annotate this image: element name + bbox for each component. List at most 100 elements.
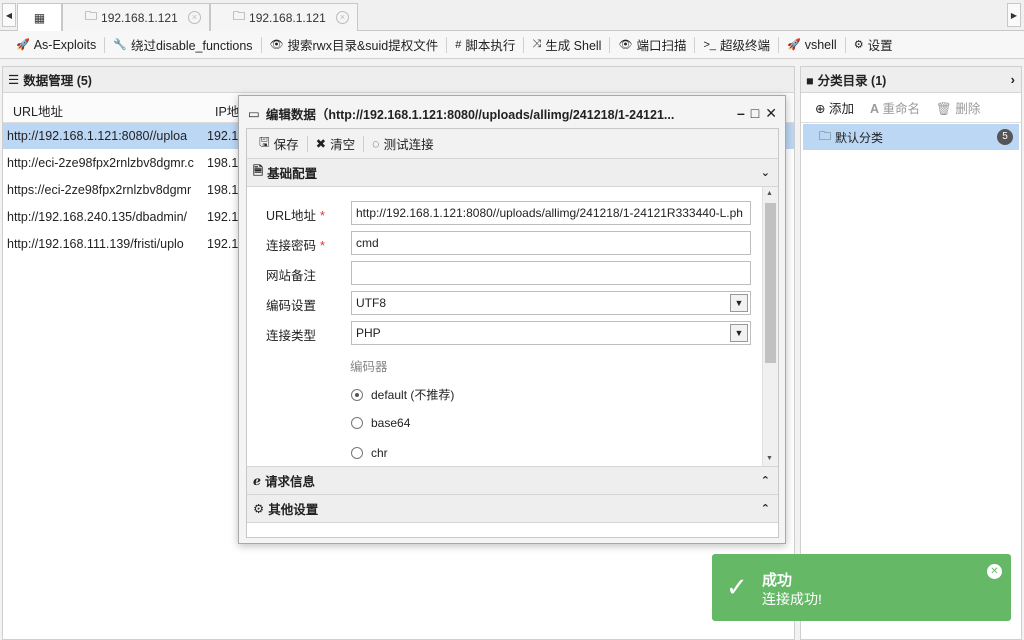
button-label: 重命名 [882, 102, 921, 116]
button-label: 脚本执行 [465, 39, 516, 53]
delete-category-button[interactable]: 🗑 删除 [936, 98, 980, 117]
bypass-disable-functions-button[interactable]: 🔧 绕过disable_functions [105, 31, 260, 59]
hash-icon: # [455, 38, 462, 51]
radio-label: chr [371, 446, 388, 460]
section-title: 基础配置 [267, 167, 318, 181]
toast-title: 成功 [762, 572, 793, 589]
radio-icon [351, 417, 363, 429]
form-scrollbar[interactable]: ▲ ▼ [762, 187, 778, 466]
dialog-body: 🖫 保存 ✖ 清空 ◌ 测试连接 🗎 基础配置 ⌄ URL地址 * http://192… [246, 128, 779, 538]
cell-url: https://eci-2ze98fpx2rnlzbv8dgmr [7, 183, 192, 197]
basic-config-form: URL地址 * http://192.168.1.121:8080//upload… [247, 187, 778, 467]
gear-icon: ⚙ [853, 39, 864, 51]
settings-button[interactable]: ⚙ 设置 [846, 31, 901, 59]
label-text: 连接密码 [266, 239, 317, 253]
password-input[interactable]: cmd [351, 231, 751, 255]
vshell-button[interactable]: 🚀 vshell [779, 31, 845, 59]
tab-close-icon[interactable]: × [336, 11, 349, 24]
encoder-radio-chr[interactable]: chr [351, 446, 388, 460]
plugin-toolbar: 🚀 As-Exploits 🔧 绕过disable_functions 👁 搜索rwx… [0, 31, 1024, 59]
chevron-down-icon: ▼ [730, 294, 748, 312]
column-header-url[interactable]: URL地址 [13, 101, 63, 120]
port-scan-button[interactable]: 👁 端口扫描 [610, 31, 694, 59]
script-exec-button[interactable]: # 脚本执行 [447, 31, 523, 59]
generate-shell-button[interactable]: ⤨ 生成 Shell [524, 31, 609, 59]
dialog-titlebar[interactable]: ▭ 编辑数据（http://192.168.1.121:8080//upload… [239, 96, 785, 130]
rocket-icon: 🚀 [16, 39, 30, 51]
section-basic-config[interactable]: 🗎 基础配置 ⌄ [247, 159, 778, 187]
scroll-down-icon[interactable]: ▼ [766, 455, 773, 462]
success-toast: ✓ 成功 连接成功! ✕ [712, 554, 1011, 621]
plus-circle-icon: ⊕ [815, 102, 826, 116]
section-request-info[interactable]: ℯ 请求信息 ⌃ [247, 467, 778, 495]
close-icon[interactable]: ✕ [987, 564, 1002, 579]
button-label: 删除 [955, 102, 981, 116]
scrollbar-thumb[interactable] [765, 203, 776, 363]
category-label: 默认分类 [835, 130, 884, 145]
tab-label: 192.168.1.121 [101, 10, 178, 25]
cell-url: http://eci-2ze98fpx2rnlzbv8dgmr.c [7, 156, 194, 170]
button-label: 添加 [828, 102, 854, 116]
rename-category-button[interactable]: A 重命名 [870, 98, 920, 117]
cell-url: http://192.168.1.121:8080//uploa [7, 129, 188, 143]
checkmark-icon: ✓ [726, 572, 748, 602]
as-exploits-button[interactable]: 🚀 As-Exploits [8, 31, 104, 59]
column-header-ip[interactable]: IP地 [215, 101, 239, 120]
ie-icon: ℯ [253, 474, 261, 488]
button-label: 设置 [867, 39, 893, 53]
category-item-default[interactable]: 🗀 默认分类 5 [803, 124, 1019, 150]
chevron-right-icon[interactable]: › [1011, 72, 1015, 87]
encoder-radio-base64[interactable]: base64 [351, 416, 410, 430]
eye-icon: 👁 [618, 39, 633, 51]
wrench-icon: 🔧 [113, 39, 127, 51]
section-other-settings[interactable]: ⚙ 其他设置 ⌃ [247, 495, 778, 523]
required-mark: * [320, 239, 325, 253]
test-connection-button[interactable]: ◌ 测试连接 [364, 134, 441, 153]
cell-ip: 198.1 [207, 183, 239, 197]
encoder-radio-default[interactable]: default (不推荐) [351, 386, 454, 403]
clear-button[interactable]: ✖ 清空 [308, 134, 364, 153]
label-text: URL地址 [266, 209, 317, 223]
button-label: vshell [804, 37, 837, 52]
save-button[interactable]: 🖫 保存 [251, 133, 307, 154]
add-category-button[interactable]: ⊕ 添加 [815, 98, 854, 117]
panel-header: ☰ 数据管理 (5) [3, 67, 794, 93]
note-input[interactable] [351, 261, 751, 285]
tab-scroll-right-icon[interactable]: ▶ [1007, 3, 1021, 27]
close-icon[interactable]: ✕ [765, 105, 777, 122]
tab-label: 192.168.1.121 [249, 10, 326, 25]
connection-type-select[interactable]: PHP ▼ [351, 321, 751, 345]
chevron-down-icon: ⌄ [760, 167, 770, 179]
button-label: 测试连接 [383, 138, 434, 152]
radio-label: base64 [371, 416, 411, 430]
chevron-up-icon: ⌃ [760, 503, 770, 515]
section-title: 请求信息 [264, 475, 315, 489]
tab-home[interactable]: ▦ [17, 3, 62, 31]
search-rwx-suid-button[interactable]: 👁 搜索rwx目录&suid提权文件 [262, 31, 447, 59]
minimize-icon[interactable]: – [737, 105, 745, 122]
cell-ip: 192.1 [207, 210, 239, 224]
eye-icon: 👁 [269, 39, 284, 51]
tab-scroll-left-icon[interactable]: ◀ [2, 3, 16, 27]
toast-message: 连接成功! [762, 591, 822, 607]
category-toolbar: ⊕ 添加 A 重命名 🗑 删除 [801, 93, 1021, 123]
font-icon: A [869, 102, 880, 116]
tab-connection-1[interactable]: 🗀 192.168.1.121 × [62, 3, 210, 31]
cell-url: http://192.168.111.139/fristi/uplo [7, 237, 184, 251]
radio-icon [351, 447, 363, 459]
scroll-up-icon[interactable]: ▲ [766, 190, 773, 197]
maximize-icon[interactable]: □ [751, 105, 759, 122]
x-icon: ✖ [315, 137, 327, 151]
radio-label: default (不推荐) [371, 388, 455, 402]
panel-title: 分类目录 (1) [817, 74, 887, 88]
tab-close-icon[interactable]: × [188, 11, 201, 24]
radio-icon [351, 388, 363, 401]
terminal-icon: >_ [703, 38, 716, 51]
encoding-select[interactable]: UTF8 ▼ [351, 291, 751, 315]
folder-icon: 🗀 [819, 128, 832, 143]
encoder-label: 编码器 [350, 360, 388, 374]
tab-connection-2[interactable]: 🗀 192.168.1.121 × [210, 3, 358, 31]
button-label: As-Exploits [33, 37, 97, 52]
super-terminal-button[interactable]: >_ 超级终端 [695, 31, 778, 59]
url-input[interactable]: http://192.168.1.121:8080//uploads/allim… [351, 201, 751, 225]
